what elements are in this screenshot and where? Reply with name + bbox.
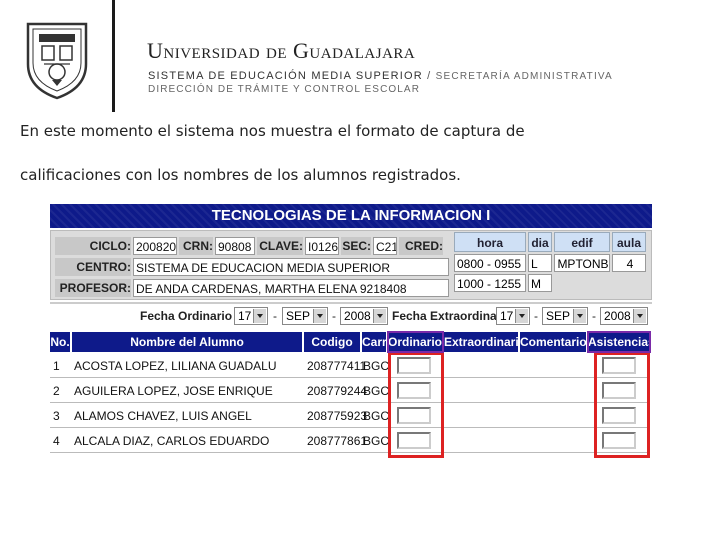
select-value: SEP — [546, 309, 571, 323]
col-header-comentario: Comentario — [520, 332, 587, 352]
date-dash: - — [332, 309, 336, 323]
select-value: 17 — [500, 309, 514, 323]
student-code: 208779244 — [307, 384, 368, 398]
date-dash: - — [592, 309, 596, 323]
chevron-down-icon — [313, 309, 326, 323]
student-carr: BGC — [363, 359, 390, 373]
student-carr: BGC — [363, 384, 390, 398]
student-carr: BGC — [363, 409, 390, 423]
clave-value: I0126 — [305, 237, 339, 255]
schedule-header-edif: edif — [554, 232, 610, 252]
asistencias-header-highlight — [587, 331, 651, 353]
extra-month-select[interactable]: SEP — [542, 307, 588, 325]
crn-label: CRN: — [179, 237, 213, 255]
select-value: 2008 — [604, 309, 631, 323]
date-selector-bar: Fecha Ordinario 17 - SEP - 2008 Fecha Ex… — [50, 302, 652, 330]
schedule-header-aula: aula — [612, 232, 646, 252]
centro-label: CENTRO: — [55, 258, 131, 276]
col-header-codigo: Codigo — [304, 332, 360, 352]
header-divider — [112, 0, 115, 112]
col-header-extraordinario: Extraordinario — [444, 332, 526, 352]
schedule-cell: 0800 - 0955 — [454, 254, 526, 272]
select-value: 17 — [238, 309, 252, 323]
student-name: ALAMOS CHAVEZ, LUIS ANGEL — [74, 409, 252, 423]
student-name: AGUILERA LOPEZ, JOSE ENRIQUE — [74, 384, 273, 398]
schedule-cell: MPTONB — [554, 254, 610, 272]
schedule-cell: L — [528, 254, 552, 272]
grade-capture-screenshot: TECNOLOGIAS DE LA INFORMACION I CICLO: 2… — [50, 204, 655, 458]
select-value: 2008 — [344, 309, 371, 323]
date-dash: - — [273, 309, 277, 323]
subtitle-main: SISTEMA DE EDUCACIÓN MEDIA SUPERIOR — [148, 70, 423, 82]
university-subtitle-line2: DIRECCIÓN DE TRÁMITE Y CONTROL ESCOLAR — [148, 84, 421, 95]
chevron-down-icon — [373, 309, 386, 323]
chevron-down-icon — [573, 309, 586, 323]
ciclo-value: 200820 — [133, 237, 177, 255]
cred-label: CRED: — [399, 237, 443, 255]
student-name: ALCALA DIAZ, CARLOS EDUARDO — [74, 434, 270, 448]
extra-day-select[interactable]: 17 — [496, 307, 530, 325]
row-number: 2 — [53, 384, 60, 398]
course-banner: TECNOLOGIAS DE LA INFORMACION I — [50, 204, 652, 228]
row-number: 1 — [53, 359, 60, 373]
chevron-down-icon — [515, 309, 528, 323]
sec-value: C21 — [373, 237, 397, 255]
centro-value: SISTEMA DE EDUCACION MEDIA SUPERIOR — [133, 258, 449, 276]
fecha-ordinario-label: Fecha Ordinario — [140, 309, 233, 323]
schedule-cell: 4 — [612, 254, 646, 272]
university-subtitle: SISTEMA DE EDUCACIÓN MEDIA SUPERIOR / SE… — [148, 70, 613, 82]
header-band: Universidad de Guadalajara SISTEMA DE ED… — [0, 0, 728, 112]
table-row: 4 ALCALA DIAZ, CARLOS EDUARDO 208777861 … — [50, 429, 650, 453]
col-header-carr: Carr — [362, 332, 386, 352]
clave-label: CLAVE: — [257, 237, 303, 255]
ordinario-highlight — [388, 352, 444, 458]
col-header-nombre: Nombre del Alumno — [72, 332, 302, 352]
sec-label: SEC: — [341, 237, 371, 255]
row-number: 3 — [53, 409, 60, 423]
student-carr: BGC — [363, 434, 390, 448]
subtitle-secondary: SECRETARÍA ADMINISTRATIVA — [435, 71, 613, 82]
date-dash: - — [534, 309, 538, 323]
asistencias-highlight — [594, 352, 650, 458]
table-row: 2 AGUILERA LOPEZ, JOSE ENRIQUE 208779244… — [50, 379, 650, 403]
fecha-extraordinario-label: Fecha Extraordinario — [392, 309, 513, 323]
extra-year-select[interactable]: 2008 — [600, 307, 648, 325]
ordinario-month-select[interactable]: SEP — [282, 307, 328, 325]
table-row: 1 ACOSTA LOPEZ, LILIANA GUADALU 20877741… — [50, 354, 650, 378]
col-header-no: No. — [50, 332, 70, 352]
intro-line-2: calificaciones con los nombres de los al… — [20, 166, 461, 184]
table-row: 3 ALAMOS CHAVEZ, LUIS ANGEL 208775923 BG… — [50, 404, 650, 428]
subtitle-separator: / — [427, 70, 432, 82]
profesor-value: DE ANDA CARDENAS, MARTHA ELENA 9218408 — [133, 279, 449, 297]
schedule-cell: 1000 - 1255 — [454, 274, 526, 292]
ciclo-label: CICLO: — [55, 237, 131, 255]
chevron-down-icon — [633, 309, 646, 323]
crn-value: 90808 — [215, 237, 255, 255]
student-code: 208777411 — [307, 359, 367, 373]
schedule-header-dia: dia — [528, 232, 552, 252]
intro-line-1: En este momento el sistema nos muestra e… — [20, 122, 525, 140]
schedule-cell: M — [528, 274, 552, 292]
ordinario-day-select[interactable]: 17 — [234, 307, 268, 325]
ordinario-year-select[interactable]: 2008 — [340, 307, 388, 325]
ordinario-header-highlight — [387, 331, 444, 353]
profesor-label: PROFESOR: — [55, 279, 131, 297]
row-number: 4 — [53, 434, 60, 448]
chevron-down-icon — [253, 309, 266, 323]
student-code: 208777861 — [307, 434, 368, 448]
schedule-header-hora: hora — [454, 232, 526, 252]
university-crest-icon — [26, 22, 88, 100]
select-value: SEP — [286, 309, 311, 323]
university-title: Universidad de Guadalajara — [147, 38, 416, 63]
student-code: 208775923 — [307, 409, 368, 423]
student-name: ACOSTA LOPEZ, LILIANA GUADALU — [74, 359, 277, 373]
